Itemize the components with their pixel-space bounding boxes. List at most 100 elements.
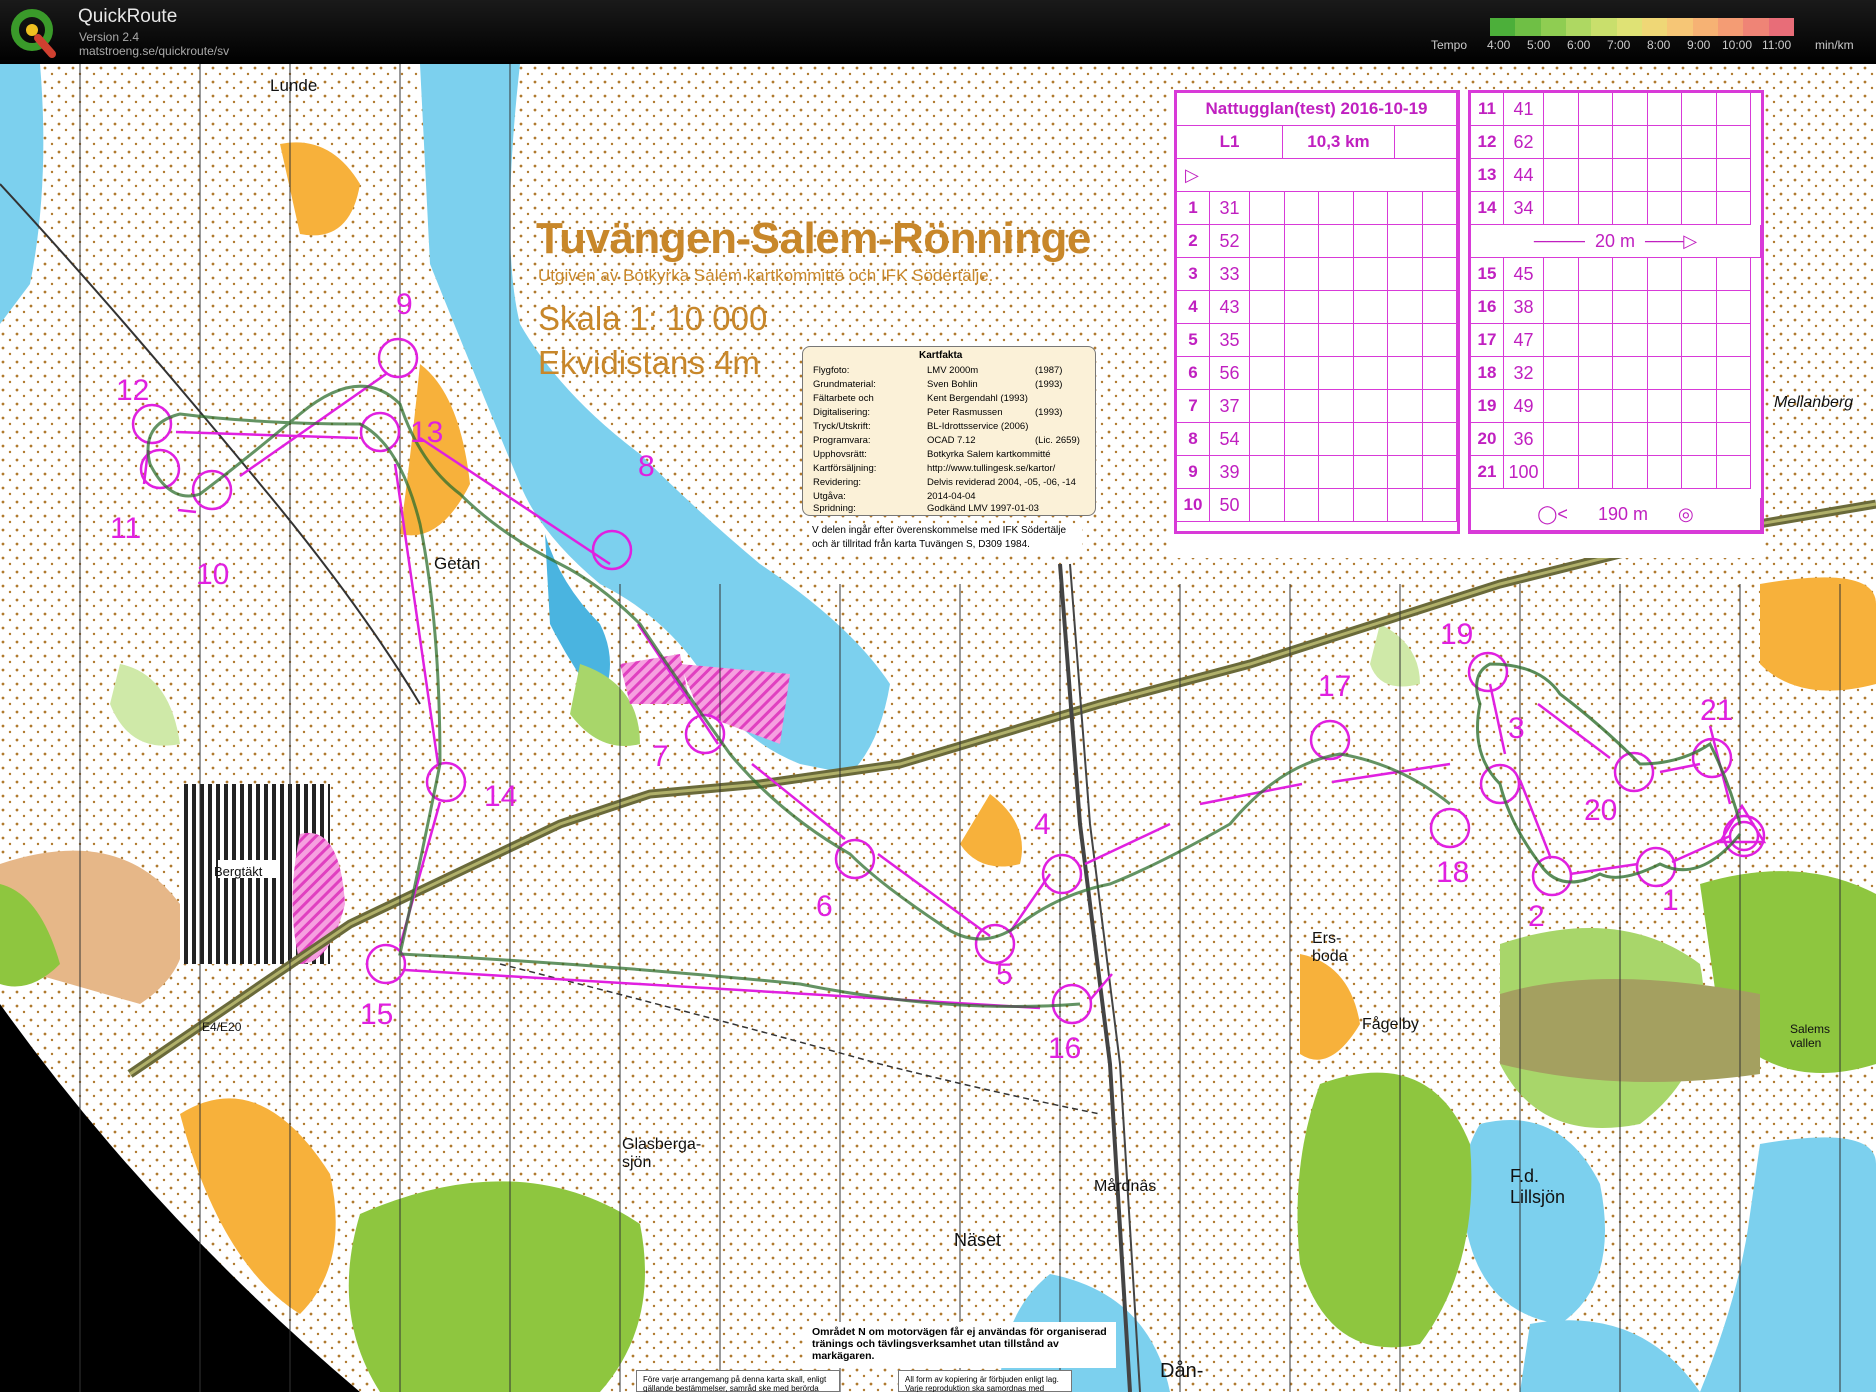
- control-symbol-cell: [1716, 126, 1751, 159]
- control-symbol-cell: [1250, 258, 1285, 291]
- control-symbol-cell: [1388, 423, 1423, 456]
- kartfakta-row: Programvara: OCAD 7.12 (Lic. 2659): [813, 435, 1080, 446]
- event-name: Nattugglan(test) 2016-10-19: [1177, 93, 1457, 126]
- tempo-unit: min/km: [1815, 38, 1854, 52]
- control-symbol-cell: [1578, 93, 1613, 126]
- control-symbol-cell: [1716, 258, 1751, 291]
- map-scale: Skala 1: 10 000: [538, 300, 768, 337]
- app-version: Version 2.4: [79, 30, 140, 44]
- control-symbol-cell: [1613, 159, 1648, 192]
- control-code: 100: [1504, 456, 1544, 489]
- control-sequence-number: 7: [1177, 390, 1210, 423]
- control-symbol-cell: [1353, 258, 1388, 291]
- control-symbol-cell: [1319, 192, 1354, 225]
- control-number: 6: [816, 890, 833, 923]
- control-number: 17: [1318, 670, 1352, 703]
- control-code: 36: [1504, 423, 1544, 456]
- control-sequence-number: 12: [1471, 126, 1504, 159]
- place-name: Ers-boda: [1312, 930, 1348, 965]
- control-symbol-cell: [1250, 357, 1285, 390]
- control-description: Nattugglan(test) 2016-10-19 L1 10,3 km ▷…: [1168, 90, 1764, 558]
- control-code: 35: [1210, 324, 1250, 357]
- control-number: 5: [996, 958, 1013, 991]
- control-symbol-cell: [1422, 225, 1457, 258]
- tempo-color-step: [1667, 18, 1693, 36]
- control-number: 4: [1034, 808, 1051, 841]
- control-symbol-cell: [1682, 324, 1717, 357]
- control-symbol-cell: [1422, 456, 1457, 489]
- control-symbol-cell: [1613, 357, 1648, 390]
- tempo-color-step: [1591, 18, 1617, 36]
- control-symbol-cell: [1544, 357, 1579, 390]
- control-symbol-cell: [1319, 258, 1354, 291]
- control-symbol-cell: [1544, 390, 1579, 423]
- control-symbol-cell: [1422, 192, 1457, 225]
- control-symbol-cell: [1388, 390, 1423, 423]
- place-name: Dån-: [1160, 1360, 1204, 1382]
- control-symbol-cell: [1613, 126, 1648, 159]
- notice-bottom-left: Före varje arrangemang på denna karta sk…: [636, 1370, 840, 1392]
- control-symbol-cell: [1716, 291, 1751, 324]
- control-number: 1: [1662, 884, 1679, 917]
- control-code: 38: [1504, 291, 1544, 324]
- tempo-tick: 4:00: [1487, 38, 1511, 52]
- control-symbol-cell: [1388, 225, 1423, 258]
- kartfakta-row: Fältarbete och Kent Bergendahl (1993): [813, 393, 1028, 404]
- control-code: 56: [1210, 357, 1250, 390]
- tempo-color-step: [1540, 18, 1566, 36]
- control-symbol-cell: [1353, 225, 1388, 258]
- tempo-color-step: [1768, 18, 1794, 36]
- control-sequence-number: 16: [1471, 291, 1504, 324]
- control-symbol-cell: [1682, 291, 1717, 324]
- place-name: Näset: [954, 1230, 1002, 1250]
- control-symbol-cell: [1578, 192, 1613, 225]
- control-sequence-number: 15: [1471, 258, 1504, 291]
- control-symbol-cell: [1422, 324, 1457, 357]
- control-symbol-cell: [1716, 159, 1751, 192]
- control-symbol-cell: [1250, 423, 1285, 456]
- control-symbol-cell: [1284, 456, 1319, 489]
- control-symbol-cell: [1388, 324, 1423, 357]
- control-symbol-cell: [1613, 456, 1648, 489]
- control-sequence-number: 4: [1177, 291, 1210, 324]
- tempo-color-step: [1515, 18, 1541, 36]
- control-code: 47: [1504, 324, 1544, 357]
- control-sequence-number: 21: [1471, 456, 1504, 489]
- control-symbol-cell: [1353, 456, 1388, 489]
- control-symbol-cell: [1682, 258, 1717, 291]
- control-symbol-cell: [1284, 258, 1319, 291]
- tempo-label: Tempo: [1431, 38, 1468, 52]
- place-name: Bergtäkt: [214, 864, 263, 879]
- control-symbol-cell: [1647, 357, 1682, 390]
- kartfakta-box: Kartfakta Flygfoto: LMV 2000m (1987) Grund…: [802, 346, 1096, 516]
- control-symbol-cell: [1682, 390, 1717, 423]
- control-symbol-cell: [1578, 291, 1613, 324]
- notice-bottom-right: All form av kopiering är förbjuden enlig…: [898, 1370, 1072, 1392]
- control-symbol-cell: [1319, 357, 1354, 390]
- control-code: 34: [1504, 192, 1544, 225]
- kartfakta-row: Revidering: Delvis reviderad 2004, -05, -…: [813, 477, 1076, 488]
- control-symbol-cell: [1353, 423, 1388, 456]
- orienteering-map[interactable]: Tuvängen-Salem-Rönninge Utgiven av Botky…: [0, 64, 1876, 1392]
- control-number: 7: [652, 740, 669, 773]
- control-code: 37: [1210, 390, 1250, 423]
- kartfakta-row: Flygfoto: LMV 2000m (1987): [813, 365, 1063, 376]
- control-symbol-cell: [1422, 291, 1457, 324]
- app-url[interactable]: matstroeng.se/quickroute/sv: [79, 44, 229, 58]
- control-symbol-cell: [1613, 192, 1648, 225]
- control-symbol-cell: [1613, 93, 1648, 126]
- place-name: E4/E20: [202, 1020, 242, 1034]
- control-number: 12: [116, 374, 150, 407]
- control-symbol-cell: [1682, 126, 1717, 159]
- control-symbol-cell: [1682, 357, 1717, 390]
- control-symbol-cell: [1544, 126, 1579, 159]
- map-equidistance: Ekvidistans 4m: [538, 344, 760, 381]
- tempo-color-step: [1616, 18, 1642, 36]
- control-symbol-cell: [1284, 225, 1319, 258]
- control-symbol-cell: [1422, 258, 1457, 291]
- control-sequence-number: 19: [1471, 390, 1504, 423]
- control-symbol-cell: [1319, 489, 1354, 522]
- control-symbol-cell: [1716, 93, 1751, 126]
- control-symbol-cell: [1682, 192, 1717, 225]
- control-number: 2: [1528, 900, 1545, 933]
